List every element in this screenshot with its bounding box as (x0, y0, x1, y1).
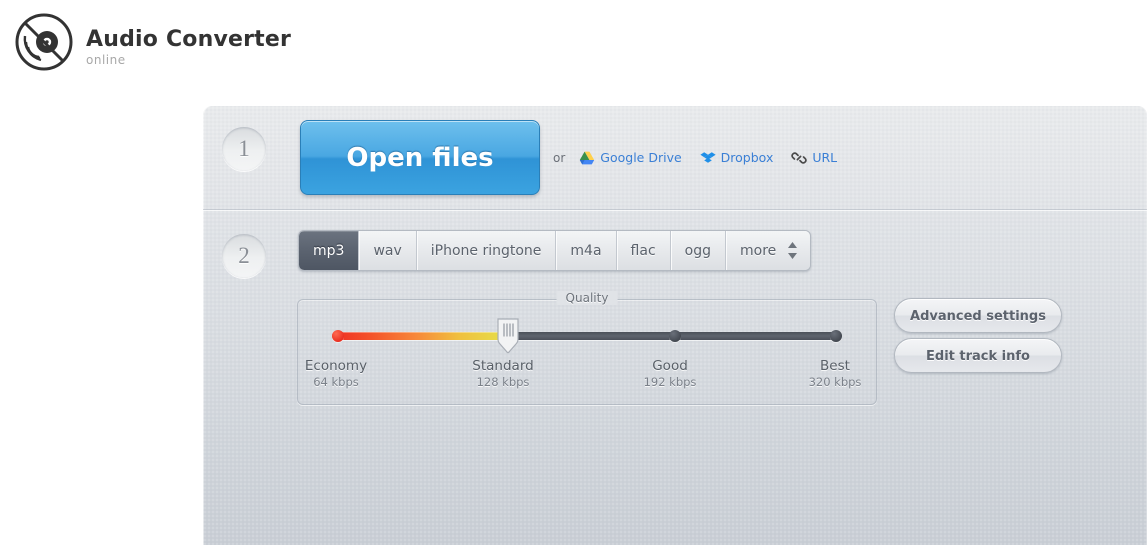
quality-slider[interactable] (332, 318, 842, 354)
url-link[interactable]: URL (791, 150, 837, 166)
format-tab-more[interactable]: more (726, 231, 811, 270)
url-label: URL (812, 150, 838, 165)
dropbox-link[interactable]: Dropbox (700, 150, 774, 166)
quality-label-good: Good 192 kbps (643, 358, 697, 389)
vinyl-record-icon (14, 12, 74, 72)
advanced-settings-button[interactable]: Advanced settings (894, 298, 1062, 333)
step-1-badge: 1 (222, 127, 266, 171)
slider-handle[interactable] (495, 316, 521, 354)
google-drive-label: Google Drive (600, 150, 682, 165)
slider-stop-best[interactable] (830, 330, 842, 342)
format-tab-iphone-ringtone[interactable]: iPhone ringtone (416, 231, 557, 270)
brand-title: Audio Converter (86, 27, 292, 52)
format-tab-more-label: more (740, 242, 777, 259)
link-icon (791, 150, 807, 166)
format-tab-m4a[interactable]: m4a (556, 231, 617, 270)
slider-stop-good[interactable] (669, 330, 681, 342)
converter-panel: 1 Open files or Google Drive Dropbox URL… (203, 106, 1147, 545)
quality-label-best: Best 320 kbps (808, 358, 862, 389)
dropbox-icon (700, 150, 716, 166)
format-tab-ogg[interactable]: ogg (670, 231, 726, 270)
format-tab-mp3[interactable]: mp3 (299, 231, 360, 270)
slider-stop-economy[interactable] (332, 330, 344, 342)
google-drive-link[interactable]: Google Drive (579, 150, 682, 166)
dropbox-label: Dropbox (720, 150, 774, 165)
slider-track-fill (332, 332, 507, 340)
edit-track-info-button[interactable]: Edit track info (894, 338, 1062, 373)
format-tab-flac[interactable]: flac (616, 231, 671, 270)
alternate-sources: or Google Drive Dropbox URL (553, 146, 855, 170)
brand-text: Audio Converter online (86, 27, 426, 68)
brand-subtitle: online (86, 53, 126, 67)
format-tabs: mp3 wav iPhone ringtone m4a flac ogg mor… (298, 230, 812, 271)
quality-legend: Quality (556, 291, 618, 305)
or-label: or (553, 151, 566, 165)
up-down-arrows-icon[interactable] (787, 241, 798, 260)
page-root: Audio Converter online 1 Open files or G… (0, 0, 1147, 545)
format-tab-wav[interactable]: wav (359, 231, 417, 270)
quality-fieldset: Quality Economy 64 kbps Standard 128 kbp… (297, 291, 878, 405)
open-files-button[interactable]: Open files (300, 120, 540, 195)
step-2-badge: 2 (222, 234, 266, 278)
quality-label-standard: Standard 128 kbps (472, 358, 534, 389)
brand-header: Audio Converter online (14, 10, 434, 80)
google-drive-icon (579, 150, 595, 166)
quality-label-economy: Economy 64 kbps (304, 358, 368, 389)
step-1-section: 1 Open files or Google Drive Dropbox URL (203, 106, 1147, 209)
section-divider (203, 209, 1147, 211)
quality-scale-labels: Economy 64 kbps Standard 128 kbps Good 1… (298, 358, 878, 398)
